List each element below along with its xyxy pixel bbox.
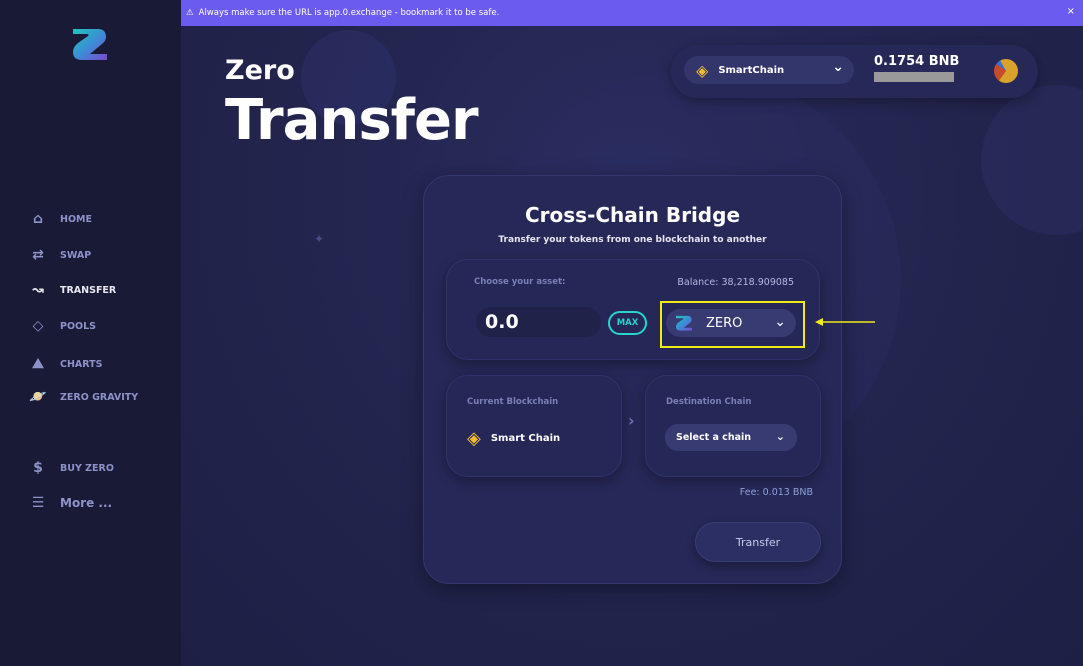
card-subtitle: Transfer your tokens from one blockchain… (498, 235, 767, 245)
transfer-icon: ↝ (32, 282, 44, 298)
diamond-icon: ◇ (32, 318, 44, 334)
star-decoration: ✦ (314, 232, 325, 246)
planet-icon: 🪐 (29, 389, 47, 405)
bridge-card: Cross-Chain Bridge Transfer your tokens … (423, 175, 842, 584)
sidebar-item-swap[interactable]: ⇄ SWAP (30, 247, 170, 263)
destination-chain-label: Destination Chain (666, 397, 752, 407)
asset-panel: Choose your asset: Balance: 38,218.90908… (446, 259, 820, 360)
sidebar-item-more[interactable]: ☰ More ... (30, 495, 170, 511)
sidebar-item-label: POOLS (60, 320, 97, 332)
home-icon: ⌂ (32, 211, 44, 227)
planet-decoration (981, 85, 1083, 235)
sidebar-item-label: More ... (60, 496, 113, 510)
sidebar-item-label: CHARTS (60, 358, 103, 370)
current-chain-label: Current Blockchain (467, 397, 559, 407)
zero-logo-icon[interactable] (70, 25, 110, 63)
zero-token-icon (675, 315, 693, 331)
sidebar-item-charts[interactable]: ⛰ CHARTS (30, 356, 170, 372)
destination-chain-panel: Destination Chain Select a chain ⌄ (645, 375, 821, 477)
sidebar-item-label: BUY ZERO (60, 462, 114, 474)
close-icon[interactable]: × (1067, 6, 1075, 17)
sidebar-item-label: TRANSFER (60, 284, 117, 296)
fee-label: Fee: 0.013 BNB (739, 487, 813, 498)
banner-text: Always make sure the URL is app.0.exchan… (198, 8, 500, 18)
sidebar-item-label: ZERO GRAVITY (60, 391, 139, 403)
sidebar-item-label: HOME (60, 213, 92, 225)
network-label: SmartChain (718, 64, 785, 76)
wallet-balance: 0.1754 BNB (874, 54, 960, 69)
sidebar: ⌂ HOME ⇄ SWAP ↝ TRANSFER ◇ POOLS ⛰ CHARTS 🪐 ZE… (0, 0, 181, 666)
page-title: Transfer (225, 88, 479, 153)
asset-label: Choose your asset: (474, 277, 566, 287)
main-content: ✦ ⚠ Always make sure the URL is app.0.ex… (181, 0, 1083, 666)
card-title: Cross-Chain Bridge (524, 203, 741, 227)
sidebar-item-home[interactable]: ⌂ HOME (30, 211, 170, 227)
bnb-icon: ◈ (696, 60, 709, 80)
token-label: ZERO (706, 315, 743, 331)
current-chain: ◈ Smart Chain (467, 428, 560, 449)
avatar[interactable] (994, 59, 1018, 83)
sidebar-item-transfer[interactable]: ↝ TRANSFER (30, 282, 170, 298)
annotation-arrow-icon (815, 318, 875, 326)
current-chain-panel: Current Blockchain ◈ Smart Chain (446, 375, 622, 477)
sidebar-item-buy-zero[interactable]: $ BUY ZERO (30, 460, 170, 476)
wallet-panel: ◈ SmartChain ⌄ 0.1754 BNB (671, 45, 1038, 98)
max-button[interactable]: MAX (608, 311, 647, 335)
warning-banner: ⚠ Always make sure the URL is app.0.exch… (181, 0, 1083, 26)
network-selector[interactable]: ◈ SmartChain ⌄ (684, 56, 854, 84)
menu-icon: ☰ (31, 495, 45, 511)
destination-chain-select[interactable]: Select a chain ⌄ (665, 424, 797, 451)
chevron-right-icon: › (628, 411, 635, 430)
transfer-button[interactable]: Transfer (695, 522, 821, 562)
amount-input[interactable]: 0.0 (476, 307, 601, 337)
sidebar-item-zero-gravity[interactable]: 🪐 ZERO GRAVITY (29, 389, 170, 405)
chevron-down-icon: ⌄ (774, 314, 786, 330)
bnb-icon: ◈ (467, 428, 481, 449)
chart-icon: ⛰ (32, 356, 44, 372)
asset-balance: Balance: 38,218.909085 (677, 277, 794, 288)
destination-chain-placeholder: Select a chain (676, 432, 752, 443)
page-title-prefix: Zero (225, 55, 295, 86)
chevron-down-icon: ⌄ (832, 59, 844, 75)
current-chain-value: Smart Chain (490, 433, 561, 444)
sidebar-item-label: SWAP (60, 249, 92, 261)
sidebar-item-pools[interactable]: ◇ POOLS (30, 318, 170, 334)
address-redacted (874, 72, 954, 82)
swap-icon: ⇄ (32, 247, 44, 263)
token-selector[interactable]: ZERO ⌄ (666, 309, 796, 337)
chevron-down-icon: ⌄ (775, 430, 785, 443)
dollar-icon: $ (33, 460, 43, 476)
warning-icon: ⚠ (186, 8, 194, 18)
